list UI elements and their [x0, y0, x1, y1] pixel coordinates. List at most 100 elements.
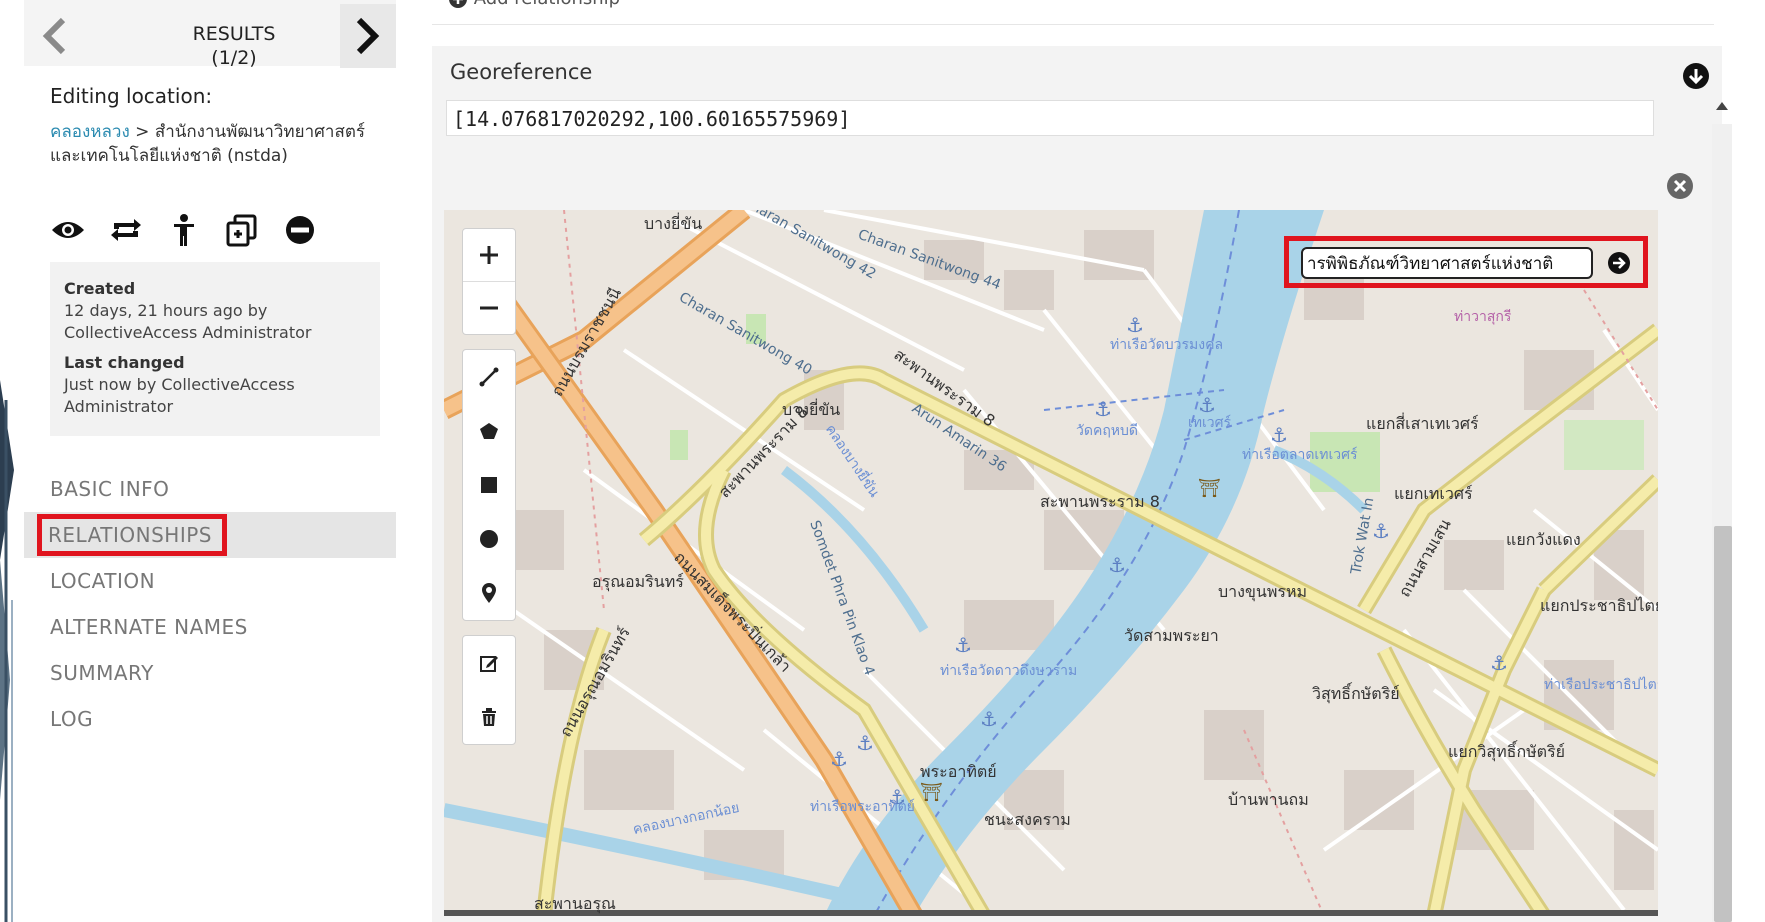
nav-label: LOCATION [50, 569, 156, 593]
svg-text:⚓: ⚓ [1372, 519, 1390, 543]
svg-text:⛩: ⛩ [920, 782, 943, 803]
svg-text:⚓: ⚓ [954, 633, 972, 657]
map-label: วัดสามพระยา [1124, 626, 1219, 645]
nav-summary[interactable]: SUMMARY [24, 650, 396, 696]
georeference-panel: Georeference [14.076817020292,100.601655… [432, 46, 1732, 922]
nav-label: RELATIONSHIPS [37, 514, 227, 556]
nav-alternate-names[interactable]: ALTERNATE NAMES [24, 604, 396, 650]
add-relationship-link[interactable]: Add relationship [448, 0, 620, 9]
nav-basic-info[interactable]: BASIC INFO [24, 466, 396, 512]
collapse-toggle-icon[interactable] [1682, 62, 1710, 90]
svg-text:⚓: ⚓ [1108, 553, 1126, 577]
next-result-button[interactable] [340, 4, 396, 68]
scroll-up-arrow-icon[interactable] [1716, 102, 1728, 110]
results-navigator: RESULTS (1/2) [24, 0, 396, 69]
map-label: ท่าเรือตลาดเทเวศร์ [1242, 447, 1358, 463]
scroll-track[interactable] [1712, 124, 1732, 922]
map-label: แยกประชาธิปไตย [1540, 596, 1658, 615]
map-label: บางขุนพรหม [1218, 582, 1308, 601]
map-search-input[interactable]: ารพิพิธภัณฑ์วิทยาศาสตร์แห่งชาติ [1301, 247, 1593, 279]
map-view[interactable]: ⚓ ⚓ ⚓ ⚓ ⚓ ⚓ ⚓ ⚓ ⚓ ⚓ ⚓ ⚓ ⛩ ⛩ บางยี่ขัน บางยี่ขัน อ… [444, 210, 1658, 916]
map-label: ท่าเรือประชาธิปไตย [1544, 677, 1658, 693]
coordinates-field[interactable]: [14.076817020292,100.60165575969] [446, 100, 1654, 136]
draw-controls [462, 349, 516, 621]
breadcrumb-separator: > [129, 122, 155, 142]
map-label: พระอาทิตย์ [920, 762, 997, 781]
svg-text:⚓: ⚓ [830, 747, 848, 771]
delete-button[interactable] [278, 208, 322, 252]
main-content: Add relationship Georeference [14.076817… [396, 0, 1765, 922]
rectangle-icon [481, 477, 497, 493]
add-relationship-label: Add relationship [474, 0, 620, 9]
results-title: RESULTS [192, 23, 276, 45]
duplicate-icon [226, 214, 257, 247]
map-search-highlight: ารพิพิธภัณฑ์วิทยาศาสตร์แห่งชาติ [1284, 236, 1648, 288]
zoom-controls [462, 228, 516, 335]
map-label: แยกวังแดง [1506, 530, 1581, 549]
polygon-icon [480, 423, 498, 439]
previous-result-button[interactable] [24, 4, 84, 68]
created-label: Created [64, 279, 136, 298]
breadcrumb-parent-link[interactable]: คลองหลวง [50, 122, 130, 142]
edit-layers-button[interactable] [463, 636, 515, 690]
delete-layers-button[interactable] [463, 690, 515, 744]
map-label: สะพานพระราม 8 [1040, 492, 1160, 511]
map-label: บ้านพานถม [1228, 790, 1309, 809]
editing-label: Editing location: [50, 84, 213, 108]
nav-location[interactable]: LOCATION [24, 558, 396, 604]
created-value: 12 days, 21 hours ago by CollectiveAcces… [64, 301, 312, 342]
map-label: วัดคฤหบดี [1076, 423, 1139, 439]
svg-text:⚓: ⚓ [980, 707, 998, 731]
section-nav: BASIC INFO RELATIONSHIPS LOCATION ALTERN… [24, 466, 396, 742]
nav-label: LOG [50, 707, 94, 731]
duplicate-button[interactable] [220, 208, 264, 252]
svg-text:⚓: ⚓ [856, 731, 874, 755]
person-icon [174, 214, 194, 246]
georeference-title: Georeference [450, 60, 593, 84]
close-icon[interactable] [1666, 172, 1694, 200]
accessibility-button[interactable] [162, 208, 206, 252]
nav-relationships[interactable]: RELATIONSHIPS [24, 512, 396, 558]
record-actions [46, 208, 322, 252]
sidebar: RESULTS (1/2) Editing location: คลองหลวง… [24, 0, 398, 922]
map-label: ท่าวาสุกรี [1454, 309, 1512, 325]
trash-icon [482, 708, 496, 726]
view-button[interactable] [46, 208, 90, 252]
repeat-button[interactable] [104, 208, 148, 252]
relationship-strip: Add relationship [432, 0, 1714, 25]
scroll-thumb[interactable] [1714, 526, 1732, 922]
map-label: ท่าเรือวัดบวรมงคล [1110, 337, 1224, 353]
left-edge-decoration [0, 0, 26, 922]
nav-log[interactable]: LOG [24, 696, 396, 742]
map-label: บางยี่ขัน [644, 214, 703, 233]
map-label: สะพานอรุณ [534, 894, 616, 913]
arrow-right-circle-icon[interactable] [1607, 251, 1631, 275]
plus-icon [480, 246, 498, 264]
nav-label: SUMMARY [50, 661, 154, 685]
delete-icon [286, 216, 314, 244]
circle-icon [480, 530, 498, 548]
map-label: ท่าเรือพระอาทิตย์ [810, 799, 915, 815]
draw-line-button[interactable] [463, 350, 515, 404]
zoom-out-button[interactable] [463, 281, 515, 334]
map-label: แยกสี่เสาเทเวศร์ [1366, 414, 1479, 433]
record-metadata: Created 12 days, 21 hours ago by Collect… [50, 262, 380, 436]
breadcrumb: คลองหลวง > สำนักงานพัฒนาวิทยาศาสตร์และเท… [50, 120, 390, 168]
draw-rectangle-button[interactable] [463, 458, 515, 512]
nav-label: ALTERNATE NAMES [50, 615, 248, 639]
last-changed-value: Just now by CollectiveAccess Administrat… [64, 375, 295, 416]
map-label: ท่าเรือวัดดาวดึงษาราม [940, 663, 1078, 679]
svg-text:⛩: ⛩ [1198, 478, 1221, 499]
polyline-icon [479, 367, 499, 387]
draw-marker-button[interactable] [463, 566, 515, 620]
panel-scrollbar[interactable] [1712, 102, 1732, 922]
svg-text:⚓: ⚓ [1094, 397, 1112, 421]
edit-controls [462, 635, 516, 745]
repeat-icon [111, 219, 141, 241]
plus-circle-icon [449, 0, 467, 8]
chevron-left-icon [42, 17, 66, 55]
map-marker-icon [482, 583, 496, 603]
draw-circle-button[interactable] [463, 512, 515, 566]
draw-polygon-button[interactable] [463, 404, 515, 458]
zoom-in-button[interactable] [463, 229, 515, 281]
